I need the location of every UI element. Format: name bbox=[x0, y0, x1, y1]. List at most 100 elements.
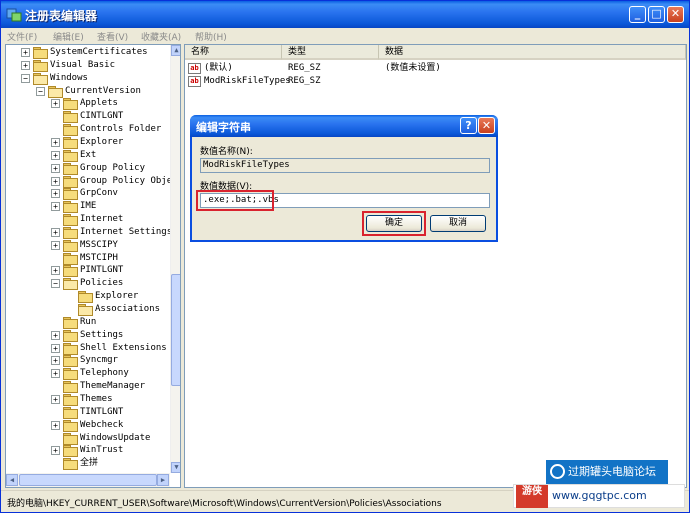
expand-icon[interactable]: + bbox=[51, 394, 60, 404]
folder-icon bbox=[63, 368, 78, 381]
tree-item[interactable]: Explorer bbox=[6, 290, 169, 304]
list-item[interactable]: ab (默认) REG_SZ (数值未设置) bbox=[188, 62, 683, 75]
tree-item[interactable]: + Ext bbox=[6, 149, 169, 162]
menu-view[interactable]: 查看(V) bbox=[97, 30, 128, 43]
column-header-type[interactable]: 类型 bbox=[282, 45, 379, 60]
collapse-icon[interactable]: − bbox=[36, 86, 45, 96]
tree-item-label: ThemeManager bbox=[80, 381, 146, 392]
tree-item[interactable]: ThemeManager bbox=[6, 380, 169, 394]
tree-horizontal-scrollbar[interactable]: ◀ ▶ bbox=[6, 473, 170, 487]
tree-item[interactable]: + Telephony bbox=[6, 367, 169, 381]
help-button[interactable]: ? bbox=[460, 117, 477, 134]
cancel-button[interactable]: 取消 bbox=[430, 215, 486, 232]
tree-item[interactable]: Internet bbox=[6, 213, 169, 227]
registry-tree[interactable]: + SystemCertificates + Visual Basic − Windows… bbox=[5, 44, 181, 488]
tree-item[interactable]: + Applets bbox=[6, 97, 169, 111]
expand-icon[interactable]: + bbox=[51, 343, 60, 353]
tree-item[interactable]: + Shell Extensions bbox=[6, 342, 169, 355]
tree-item[interactable]: + IME bbox=[6, 200, 169, 214]
tree-item-label: TINTLGNT bbox=[80, 406, 124, 417]
expand-icon[interactable]: + bbox=[51, 266, 60, 276]
collapse-icon[interactable]: − bbox=[51, 279, 60, 289]
tree-item[interactable]: + MSSCIPY bbox=[6, 239, 169, 252]
tree-item-label: Settings bbox=[80, 329, 124, 340]
site-logo: 游侠 bbox=[516, 485, 548, 508]
help-icon: ? bbox=[465, 119, 472, 132]
values-list[interactable]: 名称 类型 数据 ab (默认) REG_SZ (数值未设置) ab ModRi… bbox=[184, 44, 687, 488]
expand-icon[interactable]: + bbox=[51, 227, 60, 237]
menu-favorites[interactable]: 收藏夹(A) bbox=[141, 30, 181, 43]
tree-item[interactable]: 全拼 bbox=[6, 457, 169, 471]
folder-icon bbox=[63, 316, 78, 329]
expand-icon[interactable]: + bbox=[21, 60, 30, 70]
tree-item[interactable]: + Explorer bbox=[6, 136, 169, 149]
tree-item-label: MSTCIPH bbox=[80, 252, 118, 263]
folder-icon bbox=[63, 111, 78, 124]
expand-icon[interactable]: + bbox=[51, 137, 60, 147]
expand-icon[interactable]: + bbox=[51, 99, 60, 109]
tree-item[interactable]: MSTCIPH bbox=[6, 252, 169, 265]
tree-item[interactable]: − Policies bbox=[6, 277, 169, 291]
expand-icon[interactable]: + bbox=[51, 150, 60, 160]
tree-item[interactable]: + Visual Basic bbox=[6, 59, 169, 72]
tree-item[interactable]: + PINTLGNT bbox=[6, 264, 169, 278]
expand-icon[interactable]: + bbox=[51, 202, 60, 212]
expand-icon[interactable]: + bbox=[51, 369, 60, 379]
tree-item[interactable]: + Group Policy Objec bbox=[6, 175, 178, 188]
tree-item[interactable]: + GrpConv bbox=[6, 187, 169, 201]
tree-item[interactable]: + Settings bbox=[6, 329, 169, 342]
folder-icon bbox=[63, 381, 78, 394]
tree-item-label: Applets bbox=[80, 98, 118, 109]
ok-highlight-box bbox=[362, 211, 426, 236]
minimize-button[interactable]: _ bbox=[629, 6, 646, 23]
expand-icon[interactable]: + bbox=[51, 356, 60, 366]
tree-item[interactable]: Controls Folder bbox=[6, 123, 169, 137]
folder-icon bbox=[63, 136, 78, 149]
title-bar[interactable]: 注册表编辑器 _ □ ✕ bbox=[1, 1, 689, 28]
tree-item[interactable]: + Group Policy bbox=[6, 162, 169, 175]
tree-item[interactable]: TINTLGNT bbox=[6, 406, 169, 419]
list-item[interactable]: ab ModRiskFileTypes REG_SZ bbox=[188, 75, 683, 88]
expand-icon[interactable]: + bbox=[51, 330, 60, 340]
tree-item[interactable]: + Syncmgr bbox=[6, 354, 169, 368]
close-button[interactable]: ✕ bbox=[667, 6, 684, 23]
tree-hscroll-thumb[interactable] bbox=[19, 474, 157, 486]
tree-item[interactable]: + WinTrust bbox=[6, 444, 169, 458]
folder-icon bbox=[63, 124, 78, 137]
folder-icon bbox=[63, 445, 78, 458]
expand-icon[interactable]: + bbox=[21, 48, 30, 57]
expand-icon[interactable]: + bbox=[51, 240, 60, 250]
menu-file[interactable]: 文件(F) bbox=[7, 30, 37, 43]
tree-item[interactable]: WindowsUpdate bbox=[6, 432, 169, 445]
tree-vertical-scrollbar[interactable]: ▲ ▼ bbox=[170, 45, 180, 473]
menu-help[interactable]: 帮助(H) bbox=[195, 30, 227, 43]
tree-item[interactable]: Associations bbox=[6, 303, 169, 316]
expand-icon[interactable]: + bbox=[51, 420, 60, 430]
collapse-icon[interactable]: − bbox=[21, 73, 30, 83]
expand-icon[interactable]: + bbox=[51, 176, 60, 186]
tree-item[interactable]: Run bbox=[6, 316, 169, 329]
tree-item-label: Telephony bbox=[80, 368, 129, 379]
tree-item-label: Policies bbox=[80, 278, 124, 289]
menu-edit[interactable]: 编辑(E) bbox=[53, 30, 84, 43]
maximize-button[interactable]: □ bbox=[648, 6, 665, 23]
tree-item[interactable]: CINTLGNT bbox=[6, 110, 169, 124]
tree-item[interactable]: + Themes bbox=[6, 393, 169, 406]
tree-item[interactable]: − CurrentVersion bbox=[6, 85, 169, 98]
expand-icon[interactable]: + bbox=[51, 189, 60, 199]
dialog-close-button[interactable]: ✕ bbox=[478, 117, 495, 134]
tree-item[interactable]: + Webcheck bbox=[6, 419, 169, 432]
scroll-left-icon[interactable]: ◀ bbox=[6, 474, 18, 486]
tree-item[interactable]: + Internet Settings bbox=[6, 226, 172, 239]
expand-icon[interactable]: + bbox=[51, 446, 60, 456]
scroll-right-icon[interactable]: ▶ bbox=[157, 474, 169, 486]
scroll-up-icon[interactable]: ▲ bbox=[171, 45, 180, 56]
scroll-down-icon[interactable]: ▼ bbox=[171, 462, 180, 473]
expand-icon[interactable]: + bbox=[51, 163, 60, 173]
tree-item[interactable]: − Windows bbox=[6, 72, 169, 85]
column-header-data[interactable]: 数据 bbox=[379, 45, 686, 60]
column-header-name[interactable]: 名称 bbox=[185, 45, 282, 60]
dialog-title-bar[interactable]: 编辑字符串 ? ✕ bbox=[190, 115, 498, 137]
tree-item[interactable]: + SystemCertificates bbox=[6, 46, 169, 59]
tree-scroll-thumb[interactable] bbox=[171, 274, 180, 386]
